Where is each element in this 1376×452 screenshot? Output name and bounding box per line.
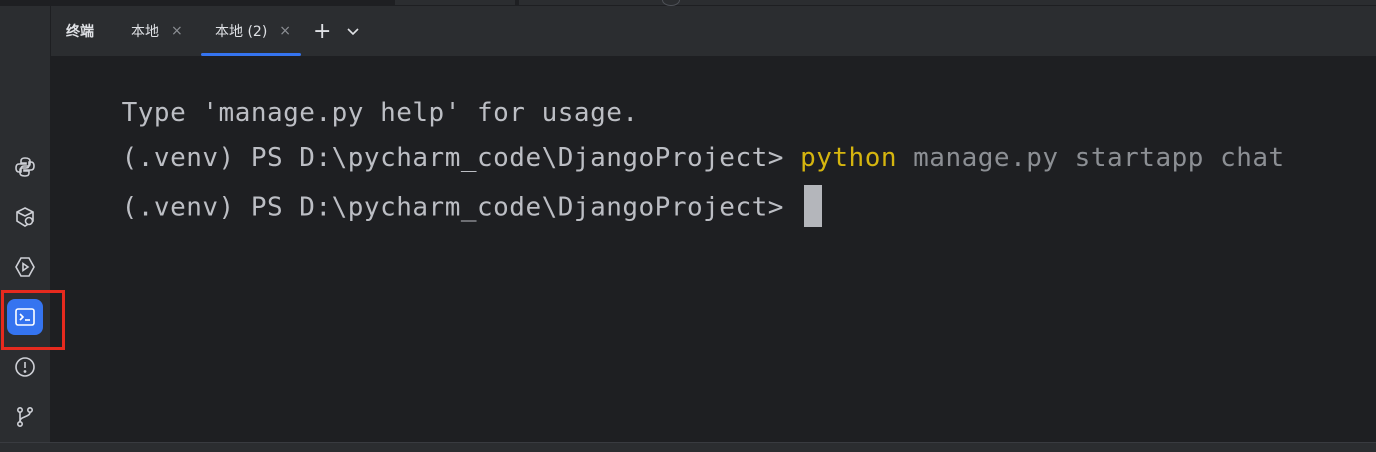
chevron-down-icon[interactable] (346, 6, 360, 56)
command-args: manage.py startapp chat (897, 143, 1285, 173)
tab-local-2[interactable]: 本地 (2) × (200, 6, 302, 56)
packages-icon[interactable] (7, 199, 43, 235)
close-icon[interactable]: × (279, 23, 291, 39)
add-tab-icon[interactable]: + (313, 6, 331, 56)
terminal-title-label: 终端 (66, 24, 94, 40)
terminal-line: Type 'manage.py help' for usage. (57, 65, 639, 128)
text-cursor (804, 185, 823, 227)
tab-label: 本地 (131, 24, 159, 40)
tab-label: 本地 (2) (215, 24, 268, 40)
terminal-highlight-box (1, 290, 65, 350)
terminal-line: (.venv) PS D:\pycharm_code\DjangoProject… (57, 155, 823, 227)
prompt: (.venv) PS D:\pycharm_code\DjangoProject… (121, 192, 801, 223)
python-console-icon[interactable] (7, 149, 43, 185)
editor-tab-strip (395, 0, 515, 5)
tool-window-sidebar (0, 6, 51, 442)
services-icon[interactable] (7, 249, 43, 285)
problems-icon[interactable] (7, 349, 43, 385)
tab-local[interactable]: 本地 × (131, 6, 183, 56)
terminal-title: 终端 (66, 6, 94, 56)
close-icon[interactable]: × (171, 23, 183, 39)
terminal-tab-bar: 终端 本地 × 本地 (2) × + (51, 6, 1376, 56)
git-icon[interactable] (7, 399, 43, 435)
terminal-line: (.venv) PS D:\pycharm_code\DjangoProject… (57, 110, 1285, 173)
terminal-output[interactable]: Type 'manage.py help' for usage. (.venv)… (57, 57, 1376, 442)
editor-tab-strip-right (519, 0, 1376, 5)
